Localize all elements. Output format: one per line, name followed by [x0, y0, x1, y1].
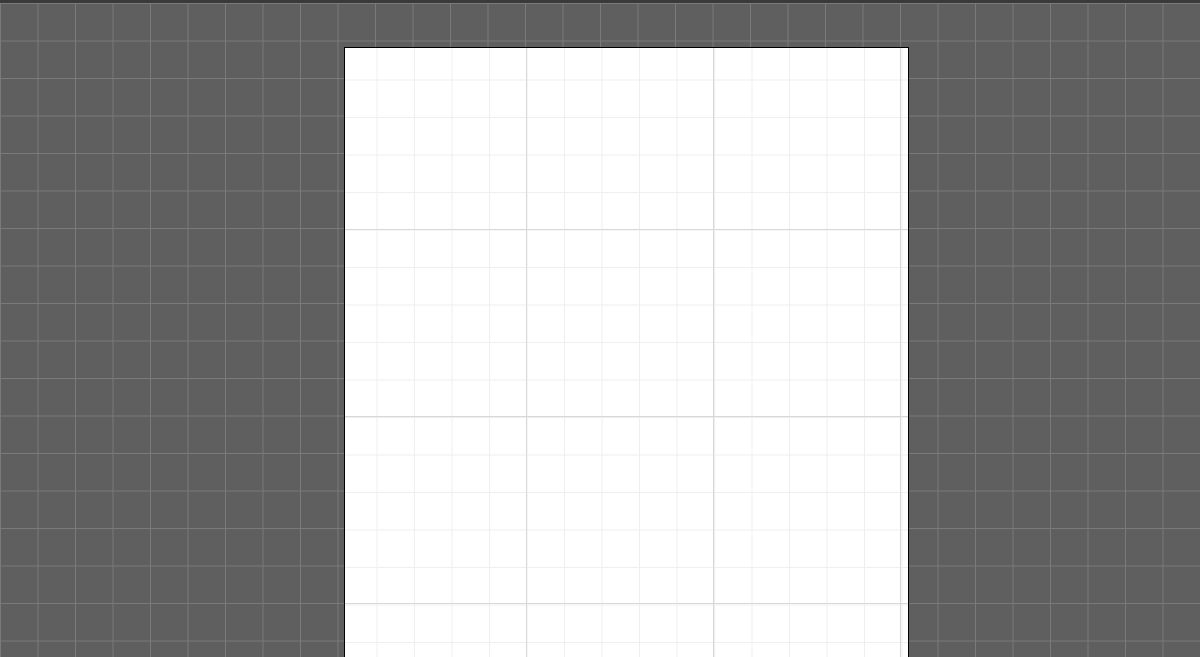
canvas-page[interactable]	[344, 47, 909, 657]
workspace-area[interactable]	[0, 0, 1200, 657]
